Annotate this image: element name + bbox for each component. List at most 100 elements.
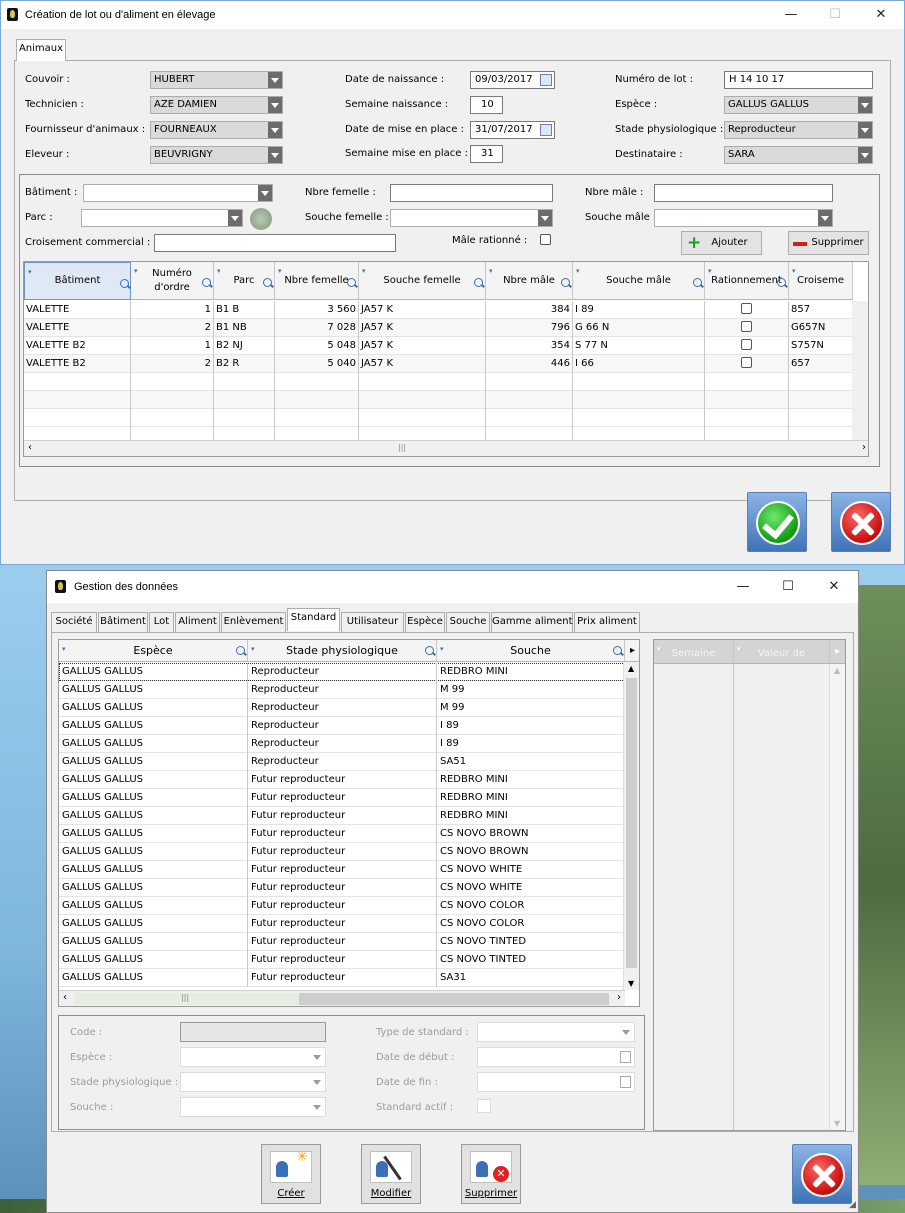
search-icon[interactable] (613, 646, 622, 655)
maximize-button[interactable]: ☐ (827, 7, 843, 23)
column-header[interactable]: Parc ▾ (214, 262, 275, 300)
search-icon[interactable] (561, 278, 570, 287)
column-header[interactable]: Stade physiologique ▾ (248, 640, 437, 662)
sort-icon[interactable]: ▾ (489, 264, 493, 278)
close-button[interactable]: ✕ (826, 579, 842, 595)
calendar-icon[interactable] (620, 1051, 631, 1063)
rationnement-checkbox[interactable] (741, 303, 752, 314)
sort-icon[interactable]: ▾ (28, 265, 32, 279)
column-header[interactable]: Numéro d'ordre ▾ (131, 262, 214, 300)
souche-select[interactable] (180, 1097, 326, 1117)
column-header[interactable]: Croiseme ▾ (789, 262, 853, 300)
search-icon[interactable] (120, 279, 129, 288)
technicien-select[interactable]: AZE DAMIEN (150, 96, 283, 114)
horizontal-scrollbar[interactable]: ‹ ||| › (59, 990, 625, 1006)
standard-grid[interactable]: Espèce ▾ Stade physiologique ▾ Souche ▾ ▸ GALLU… (58, 639, 640, 1007)
tab-souche[interactable]: Souche (446, 612, 490, 632)
column-header[interactable]: Semaine ▾ (654, 640, 734, 664)
validate-button[interactable] (747, 492, 807, 552)
tab-aliment[interactable]: Aliment (175, 612, 220, 632)
tab-animaux[interactable]: Animaux (16, 39, 66, 61)
maximize-button[interactable]: ☐ (780, 579, 796, 595)
sort-icon[interactable]: ▾ (576, 264, 580, 278)
semaine-mise-field[interactable]: 31 (470, 145, 503, 163)
lots-grid[interactable]: Bâtiment ▾ Numéro d'ordre ▾ Parc ▾ Nbre femell… (23, 261, 869, 457)
couvoir-select[interactable]: HUBERT (150, 71, 283, 89)
code-field[interactable] (180, 1022, 326, 1042)
modifier-button[interactable]: Modifier (361, 1144, 421, 1204)
type-standard-select[interactable] (477, 1022, 635, 1042)
sort-icon[interactable]: ▾ (708, 264, 712, 278)
column-header[interactable]: Souche ▾ (437, 640, 625, 662)
sort-icon[interactable]: ▾ (737, 642, 741, 656)
search-icon[interactable] (263, 278, 272, 287)
supprimer-button[interactable]: Supprimer (788, 231, 869, 255)
eleveur-select[interactable]: BEUVRIGNY (150, 146, 283, 164)
standard-values-grid[interactable]: Semaine ▾ Valeur de ▾ ▸ ▲ ▼ (653, 639, 846, 1131)
espece-select[interactable] (180, 1047, 326, 1067)
tab-prix-aliment[interactable]: Prix aliment (574, 612, 640, 632)
column-header[interactable]: Espèce ▾ (59, 640, 248, 662)
close-button[interactable]: ✕ (873, 7, 889, 23)
minimize-button[interactable]: — (783, 7, 799, 23)
croisement-field[interactable] (154, 234, 396, 252)
search-icon[interactable] (693, 278, 702, 287)
cancel-button[interactable] (831, 492, 891, 552)
date-fin-field[interactable] (477, 1072, 635, 1092)
horizontal-scrollbar[interactable]: ‹ ||| › (24, 440, 868, 456)
semaine-naissance-field[interactable]: 10 (470, 96, 503, 114)
stade-select[interactable] (180, 1072, 326, 1092)
calendar-icon[interactable] (540, 124, 552, 136)
sort-icon[interactable]: ▾ (440, 642, 444, 656)
search-icon[interactable] (777, 278, 786, 287)
sort-icon[interactable]: ▾ (278, 264, 282, 278)
nbre-male-field[interactable] (654, 184, 833, 202)
nbre-femelle-field[interactable] (390, 184, 553, 202)
tab-enl-vement[interactable]: Enlèvement (221, 612, 286, 632)
column-header[interactable]: Bâtiment ▾ (24, 262, 131, 300)
tab-lot[interactable]: Lot (149, 612, 174, 632)
search-icon[interactable] (236, 646, 245, 655)
column-header[interactable]: Souche femelle ▾ (359, 262, 486, 300)
souche-femelle-select[interactable] (390, 209, 553, 227)
souche-male-select[interactable] (654, 209, 833, 227)
refresh-icon[interactable] (250, 208, 272, 230)
fournisseur-select[interactable]: FOURNEAUX (150, 121, 283, 139)
column-header[interactable]: Nbre femelle ▾ (275, 262, 359, 300)
scroll-thumb[interactable] (626, 678, 637, 968)
date-naissance-field[interactable]: 09/03/2017 (470, 71, 555, 89)
batiment-select[interactable] (83, 184, 273, 202)
sort-icon[interactable]: ▾ (134, 264, 138, 278)
sort-icon[interactable]: ▾ (657, 642, 661, 656)
standard-actif-checkbox[interactable] (477, 1099, 491, 1113)
rationnement-checkbox[interactable] (741, 321, 752, 332)
vertical-scrollbar[interactable] (852, 301, 868, 441)
close-window-button[interactable] (792, 1144, 852, 1204)
tab-soci-t-[interactable]: Société (51, 612, 97, 632)
male-rationne-checkbox[interactable] (540, 234, 551, 245)
search-icon[interactable] (347, 278, 356, 287)
supprimer-button[interactable]: ✕ Supprimer (461, 1144, 521, 1204)
sort-icon[interactable]: ▾ (792, 264, 796, 278)
rationnement-checkbox[interactable] (741, 339, 752, 350)
calendar-icon[interactable] (620, 1076, 631, 1088)
column-header[interactable]: Valeur de ▾ (734, 640, 830, 664)
date-mise-field[interactable]: 31/07/2017 (470, 121, 555, 139)
search-icon[interactable] (474, 278, 483, 287)
rationnement-checkbox[interactable] (741, 357, 752, 368)
date-debut-field[interactable] (477, 1047, 635, 1067)
creer-button[interactable]: ✳ Créer (261, 1144, 321, 1204)
tab-standard[interactable]: Standard (287, 608, 340, 631)
tab-gamme-aliment[interactable]: Gamme aliment (491, 612, 573, 632)
vertical-scrollbar[interactable]: ▲ ▼ (829, 664, 845, 1130)
numero-lot-field[interactable]: H 14 10 17 (724, 71, 873, 89)
search-icon[interactable] (425, 646, 434, 655)
search-icon[interactable] (202, 278, 211, 287)
resize-grip-icon[interactable]: ◢ (849, 1200, 856, 1210)
column-header[interactable]: Rationnement ▾ (705, 262, 789, 300)
destinataire-select[interactable]: SARA (724, 146, 873, 164)
minimize-button[interactable]: — (735, 579, 751, 595)
tab-b-timent[interactable]: Bâtiment (98, 612, 148, 632)
tab-esp-ce[interactable]: Espèce (405, 612, 445, 632)
stade-select[interactable]: Reproducteur (724, 121, 873, 139)
